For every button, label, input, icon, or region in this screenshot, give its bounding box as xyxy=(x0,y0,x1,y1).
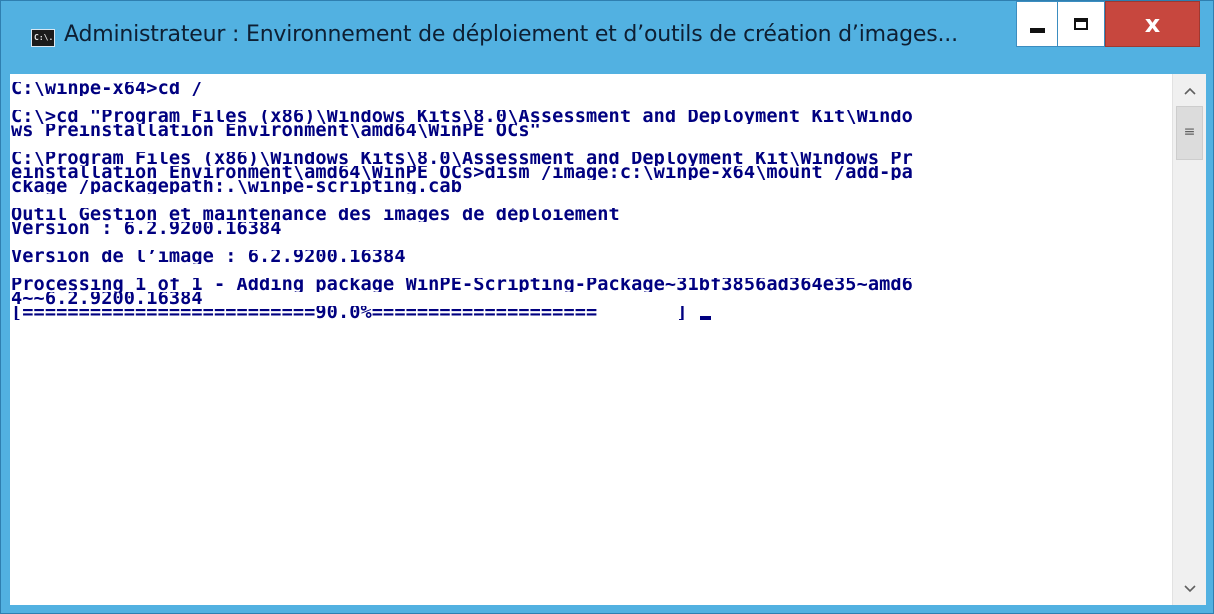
console-line: C:\winpe-x64>cd / xyxy=(11,82,203,96)
console-line: ckage /packagepath:.\winpe-scripting.cab xyxy=(11,180,462,194)
console-line: Version : 6.2.9200.16384 xyxy=(11,222,282,236)
console-line: Outil Gestion et maintenance des images … xyxy=(11,208,620,222)
progress-line: [==========================90.0%========… xyxy=(11,306,1173,320)
close-button[interactable]: x xyxy=(1105,1,1200,47)
progress-bar-text: [==========================90.0%========… xyxy=(11,306,699,320)
console-text: C:\winpe-x64>cd / C:\>cd "Program Files … xyxy=(11,82,1173,320)
scroll-up-arrow-icon[interactable] xyxy=(1173,76,1206,106)
console-line: einstallation Environment\amd64\WinPE_OC… xyxy=(11,166,913,180)
vertical-scrollbar[interactable]: ≡ xyxy=(1172,74,1206,605)
console-line: Processing 1 of 1 - Adding package WinPE… xyxy=(11,278,913,292)
close-icon: x xyxy=(1144,10,1161,38)
console-line: C:\Program Files (x86)\Windows Kits\8.0\… xyxy=(11,152,913,166)
scroll-down-arrow-icon[interactable] xyxy=(1173,574,1206,604)
minimize-button[interactable] xyxy=(1016,1,1057,47)
window-title: Administrateur : Environnement de déploi… xyxy=(64,22,958,47)
console-window: C:\. Administrateur : Environnement de d… xyxy=(0,0,1214,614)
text-cursor xyxy=(699,316,711,320)
console-app-icon[interactable]: C:\. xyxy=(31,29,55,47)
console-line: ws Preinstallation Environment\amd64\Win… xyxy=(11,124,541,138)
minimize-icon xyxy=(1029,27,1045,33)
console-output-area[interactable]: C:\winpe-x64>cd / C:\>cd "Program Files … xyxy=(10,74,1206,605)
maximize-button[interactable] xyxy=(1057,1,1105,47)
console-line: 4~~6.2.9200.16384 xyxy=(11,292,203,306)
title-bar[interactable]: C:\. Administrateur : Environnement de d… xyxy=(1,1,1213,73)
maximize-icon xyxy=(1074,18,1088,30)
console-line: C:\>cd "Program Files (x86)\Windows Kits… xyxy=(11,110,913,124)
scroll-thumb[interactable]: ≡ xyxy=(1176,106,1203,160)
console-line: Version de l’image : 6.2.9200.16384 xyxy=(11,250,406,264)
